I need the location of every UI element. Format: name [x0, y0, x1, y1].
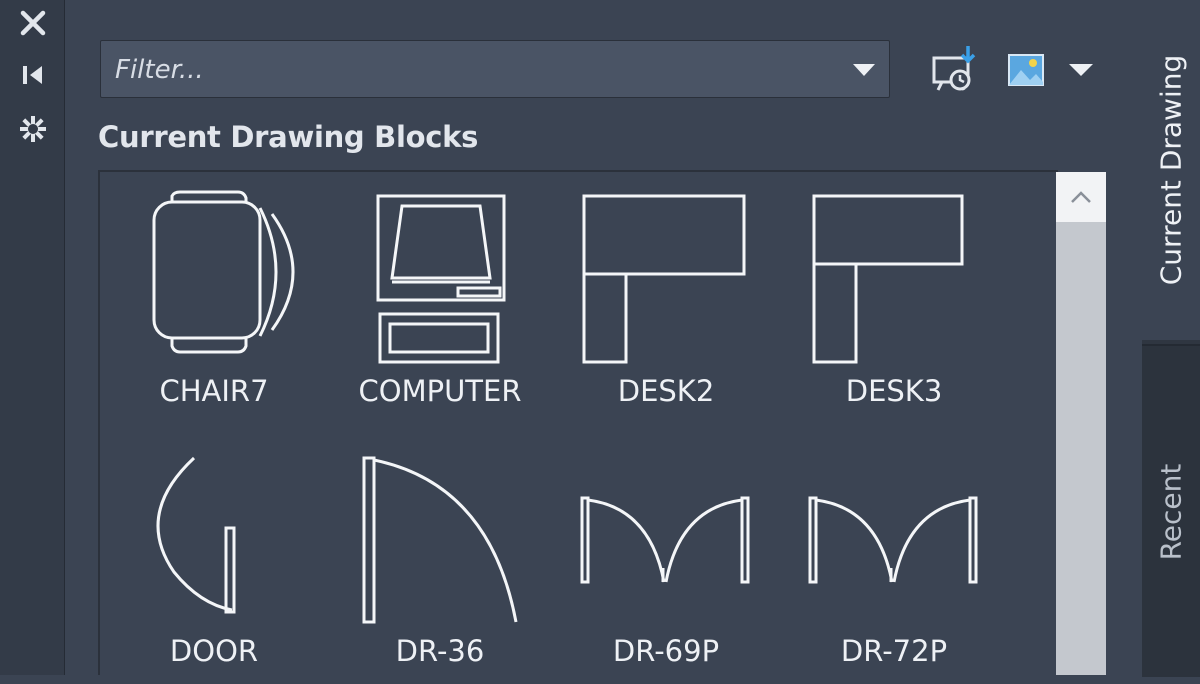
double-door-icon — [580, 496, 750, 584]
block-tile-desk2[interactable]: DESK2 — [566, 184, 766, 424]
block-tile-desk3[interactable]: DESK3 — [794, 184, 994, 424]
palette-tabs: Current Drawing Recent — [1142, 0, 1200, 677]
block-thumbnail-grid: CHAIR7 COMPUTER DESK2 DESK3 DOOR DR-36 D… — [98, 170, 1058, 675]
tab-label: Current Drawing — [1154, 54, 1188, 286]
block-tile-dr-72p[interactable]: DR-72P — [794, 444, 994, 684]
block-label: DOOR — [169, 634, 259, 668]
block-label: DR-36 — [395, 634, 485, 668]
desk-icon — [582, 194, 746, 364]
palette-toolbar — [0, 0, 65, 675]
filter-dropdown-icon[interactable] — [851, 59, 877, 81]
door-swing-icon — [362, 456, 518, 624]
settings-icon[interactable] — [14, 110, 52, 148]
tab-recent[interactable]: Recent — [1142, 344, 1200, 677]
chair-icon — [152, 190, 295, 354]
block-tile-door[interactable]: DOOR — [114, 444, 314, 684]
vertical-scrollbar[interactable] — [1056, 172, 1106, 675]
double-door-icon — [808, 496, 978, 584]
block-tile-dr-69p[interactable]: DR-69P — [566, 444, 766, 684]
block-label: DESK3 — [845, 374, 943, 408]
chevron-up-icon — [1071, 191, 1091, 203]
insert-block-icon[interactable] — [926, 44, 982, 96]
block-label: COMPUTER — [358, 374, 522, 408]
desk-icon — [812, 194, 964, 364]
block-label: DESK2 — [617, 374, 715, 408]
computer-icon — [376, 194, 506, 364]
scroll-up-button[interactable] — [1056, 172, 1106, 222]
door-icon — [156, 456, 236, 614]
block-tile-dr-36[interactable]: DR-36 — [340, 444, 540, 684]
blocks-palette: Current Drawing Blocks CHAIR7 — [66, 0, 1142, 675]
filter-input[interactable] — [113, 49, 837, 91]
close-icon[interactable] — [14, 4, 52, 42]
section-title: Current Drawing Blocks — [98, 120, 479, 154]
thumbnail-view-icon[interactable] — [1004, 44, 1048, 96]
scroll-track[interactable] — [1056, 172, 1106, 675]
view-options-dropdown-icon[interactable] — [1064, 44, 1098, 96]
block-tile-computer[interactable]: COMPUTER — [340, 184, 540, 424]
tab-label: Recent — [1154, 463, 1188, 561]
pin-icon[interactable] — [14, 56, 52, 94]
block-label: DR-72P — [840, 634, 948, 668]
block-label: CHAIR7 — [159, 374, 269, 408]
tab-current-drawing[interactable]: Current Drawing — [1142, 0, 1200, 340]
block-label: DR-69P — [612, 634, 720, 668]
filter-field[interactable] — [100, 40, 890, 98]
block-tile-chair7[interactable]: CHAIR7 — [114, 184, 314, 424]
